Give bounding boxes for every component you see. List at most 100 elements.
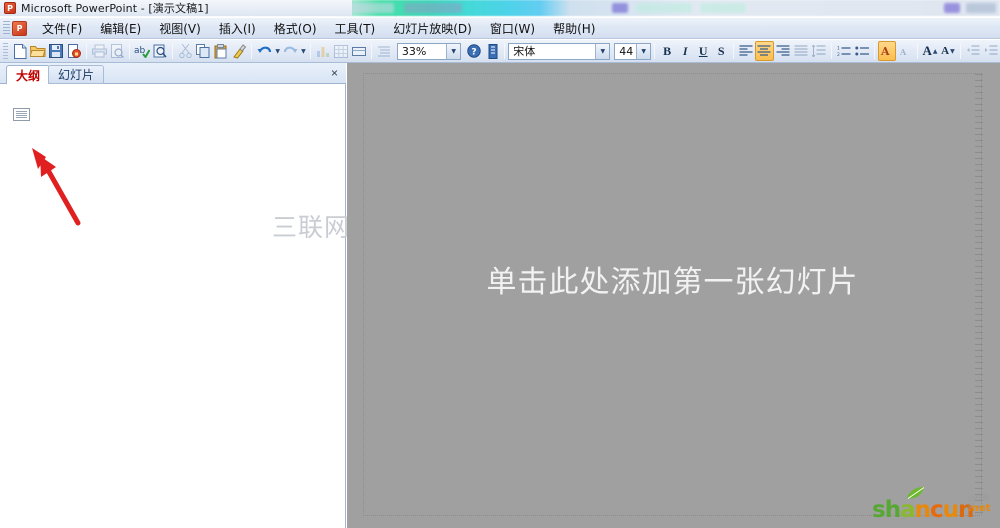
svg-text:1: 1 bbox=[837, 46, 840, 52]
spell-check-icon[interactable]: ab bbox=[133, 41, 151, 61]
insert-hyperlink-icon[interactable] bbox=[350, 41, 368, 61]
vertical-ruler bbox=[975, 74, 983, 517]
logo-letter: h bbox=[884, 497, 901, 523]
shrink-font-label: A bbox=[941, 45, 950, 57]
svg-text:A: A bbox=[899, 47, 907, 57]
title-bar: P Microsoft PowerPoint - [演示文稿1] bbox=[0, 0, 352, 16]
save-icon[interactable] bbox=[47, 41, 65, 61]
window-title: Microsoft PowerPoint - [演示文稿1] bbox=[21, 2, 209, 15]
desktop-blob bbox=[944, 3, 960, 13]
desktop-blob bbox=[966, 3, 996, 13]
cut-icon[interactable] bbox=[176, 41, 194, 61]
font-size-value: 44 bbox=[619, 44, 634, 58]
copy-icon[interactable] bbox=[194, 41, 212, 61]
close-pane-icon[interactable]: × bbox=[331, 66, 338, 80]
outline-pane: 大纲 幻灯片 × 三联网 bbox=[0, 63, 349, 528]
zoom-dropdown-arrow[interactable]: ▼ bbox=[446, 43, 461, 59]
menu-edit[interactable]: 编辑(E) bbox=[91, 18, 150, 39]
print-preview-icon[interactable] bbox=[108, 41, 126, 61]
increase-font-icon[interactable]: A bbox=[877, 41, 896, 61]
menu-window[interactable]: 窗口(W) bbox=[481, 18, 544, 39]
logo-letter: u bbox=[942, 497, 959, 523]
logo-domain-text: .net bbox=[968, 503, 991, 514]
slide-canvas[interactable]: 单击此处添加第一张幻灯片 bbox=[363, 73, 983, 517]
desktop-blob bbox=[700, 3, 746, 13]
font-name-dropdown-arrow[interactable]: ▼ bbox=[595, 43, 610, 59]
menu-insert[interactable]: 插入(I) bbox=[210, 18, 265, 39]
outline-content-area[interactable] bbox=[0, 84, 345, 528]
zoom-combo[interactable]: 33% ▼ bbox=[396, 42, 462, 60]
expand-all-icon[interactable] bbox=[375, 41, 393, 61]
menu-file[interactable]: 文件(F) bbox=[33, 18, 91, 39]
toolbar-separator bbox=[309, 43, 311, 59]
grow-font-button[interactable]: A ▲ bbox=[921, 41, 939, 61]
shadow-label: S bbox=[717, 43, 725, 58]
redo-icon[interactable] bbox=[281, 41, 299, 61]
powerpoint-window: P Microsoft PowerPoint - [演示文稿1] P 文件(F)… bbox=[0, 0, 1000, 528]
desktop-blob bbox=[636, 3, 692, 13]
font-size-dropdown-arrow[interactable]: ▼ bbox=[636, 43, 651, 59]
menu-help[interactable]: 帮助(H) bbox=[544, 18, 604, 39]
shadow-button[interactable]: S bbox=[712, 41, 730, 61]
menu-slideshow[interactable]: 幻灯片放映(D) bbox=[384, 18, 481, 39]
underline-label: U bbox=[698, 43, 708, 58]
new-document-icon[interactable] bbox=[11, 41, 29, 61]
decrease-indent-icon[interactable] bbox=[964, 41, 982, 61]
insert-table-icon[interactable] bbox=[332, 41, 350, 61]
research-icon[interactable] bbox=[151, 41, 169, 61]
align-right-icon[interactable] bbox=[774, 41, 792, 61]
increase-indent-icon[interactable] bbox=[982, 41, 1000, 61]
help-icon[interactable]: ? bbox=[465, 41, 483, 61]
bold-button[interactable]: B bbox=[658, 41, 676, 61]
tab-outline[interactable]: 大纲 bbox=[6, 65, 51, 85]
toolbar-separator bbox=[654, 43, 656, 59]
grow-font-label: A bbox=[922, 43, 932, 58]
toolbar-separator bbox=[129, 43, 131, 59]
logo-letter: n bbox=[914, 497, 931, 523]
underline-button[interactable]: U bbox=[694, 41, 712, 61]
line-spacing-icon[interactable] bbox=[810, 41, 828, 61]
menu-view[interactable]: 视图(V) bbox=[150, 18, 210, 39]
zoom-value: 33% bbox=[401, 44, 427, 58]
shrink-font-button[interactable]: A ▼ bbox=[939, 41, 957, 61]
standard-toolbar: ab ▼ ▼ 33% ▼ ? 宋体 ▼ 44 ▼ B I U S 1 2 A A… bbox=[0, 40, 1000, 63]
redo-dropdown-icon[interactable]: ▼ bbox=[299, 41, 307, 61]
desktop-blob bbox=[612, 3, 628, 13]
font-name-value: 宋体 bbox=[513, 45, 536, 58]
toolbar-separator bbox=[504, 43, 506, 59]
bold-label: B bbox=[663, 43, 672, 58]
permission-icon[interactable] bbox=[65, 41, 83, 61]
show-formatting-icon[interactable] bbox=[483, 41, 501, 61]
numbered-list-icon[interactable]: 12 bbox=[835, 41, 853, 61]
bulleted-list-icon[interactable] bbox=[853, 41, 871, 61]
font-name-combo[interactable]: 宋体 ▼ bbox=[508, 42, 611, 60]
shancun-logo: s h a n c u n 山村网站 .net bbox=[872, 487, 991, 523]
slide-thumbnail-icon[interactable] bbox=[13, 108, 30, 121]
toolbar-separator bbox=[873, 43, 875, 59]
italic-label: I bbox=[682, 43, 688, 58]
svg-text:2: 2 bbox=[837, 52, 840, 57]
align-justify-icon[interactable] bbox=[792, 41, 810, 61]
undo-icon[interactable] bbox=[255, 41, 273, 61]
open-folder-icon[interactable] bbox=[29, 41, 47, 61]
slide-edit-pane: 单击此处添加第一张幻灯片 bbox=[347, 63, 1000, 528]
align-center-icon[interactable] bbox=[755, 41, 774, 61]
outline-tab-strip: 大纲 幻灯片 × bbox=[0, 63, 346, 85]
tab-slides[interactable]: 幻灯片 bbox=[48, 65, 105, 84]
print-icon[interactable] bbox=[90, 41, 108, 61]
paste-icon[interactable] bbox=[212, 41, 230, 61]
menu-format[interactable]: 格式(O) bbox=[265, 18, 326, 39]
toolbar-separator bbox=[251, 43, 253, 59]
menu-grip-handle[interactable] bbox=[3, 20, 10, 36]
decrease-font-icon[interactable]: A bbox=[896, 41, 914, 61]
slide-placeholder-text[interactable]: 单击此处添加第一张幻灯片 bbox=[364, 257, 981, 301]
undo-dropdown-icon[interactable]: ▼ bbox=[273, 41, 281, 61]
desktop-blob bbox=[352, 3, 394, 13]
align-left-icon[interactable] bbox=[737, 41, 755, 61]
insert-chart-icon[interactable] bbox=[314, 41, 332, 61]
menu-tools[interactable]: 工具(T) bbox=[326, 18, 385, 39]
format-painter-icon[interactable] bbox=[230, 41, 248, 61]
italic-button[interactable]: I bbox=[676, 41, 694, 61]
toolbar-grip-handle[interactable] bbox=[3, 42, 9, 60]
font-size-combo[interactable]: 44 ▼ bbox=[614, 42, 652, 60]
